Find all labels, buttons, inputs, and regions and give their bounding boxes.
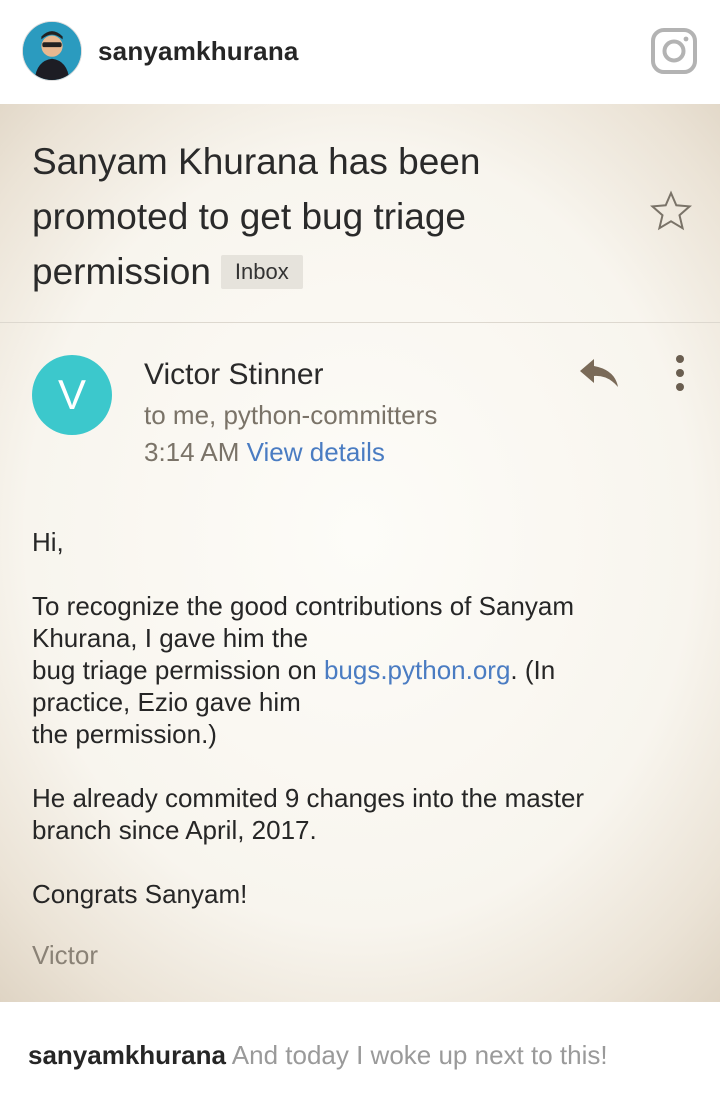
bugs-python-link[interactable]: bugs.python.org [324,655,510,685]
star-icon[interactable] [650,190,692,232]
email-greeting: Hi, [32,527,64,557]
p1-line-a: To recognize the good contributions of S… [32,591,575,653]
email-paragraph-2: He already commited 9 changes into the m… [32,783,585,845]
post-caption: sanyamkhurana And today I woke up next t… [28,1040,608,1071]
caption-bar: sanyamkhurana And today I woke up next t… [0,1002,720,1099]
p1-line-d: the permission.) [32,719,217,749]
view-details-link[interactable]: View details [247,437,385,467]
instagram-camera-icon[interactable] [650,27,698,75]
email-paragraph-3: Congrats Sanyam! [32,879,248,909]
more-options-icon[interactable] [672,354,688,392]
p1-line-b: bug triage permission on [32,655,324,685]
post-username[interactable]: sanyamkhurana [98,36,299,67]
sender-name: Victor Stinner [144,358,324,391]
email-body: Hi, To recognize the good contributions … [32,526,652,942]
time-line: 3:14 AM View details [144,437,385,468]
sender-avatar[interactable]: V [32,355,112,435]
inbox-label-badge[interactable]: Inbox [220,255,303,289]
email-signature: Victor [32,940,98,970]
email-time: 3:14 AM [144,437,240,467]
reply-icon[interactable] [578,356,620,390]
email-paragraph-1: To recognize the good contributions of S… [32,590,652,750]
email-subject: Sanyam Khurana has been promoted to get … [32,134,632,299]
recipients-line: to me, python-committers [144,400,438,430]
profile-avatar[interactable] [22,21,82,81]
caption-text: And today I woke up next to this! [231,1040,608,1070]
post-photo: Sanyam Khurana has been promoted to get … [0,104,720,1002]
post-header: sanyamkhurana [0,0,720,104]
header-divider [0,322,720,323]
caption-username[interactable]: sanyamkhurana [28,1040,226,1070]
